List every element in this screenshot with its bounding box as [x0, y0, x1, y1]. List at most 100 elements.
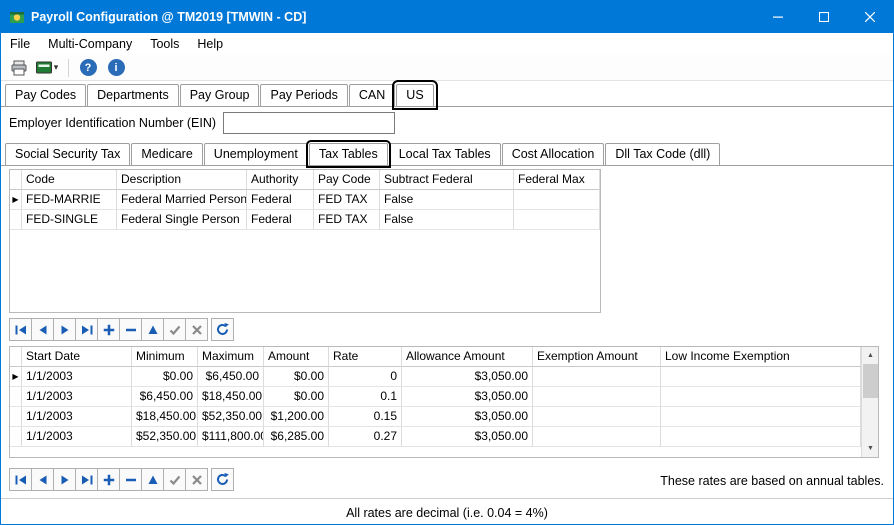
nav-refresh-button[interactable]: [211, 318, 234, 341]
nav-insert-button[interactable]: [97, 468, 120, 491]
menu-help[interactable]: Help: [188, 33, 232, 55]
nav-next-button[interactable]: [53, 468, 76, 491]
tab-pay-codes[interactable]: Pay Codes: [5, 84, 86, 106]
grid-cell: 1/1/2003: [22, 387, 132, 407]
table-row[interactable]: 1/1/2003 $6,450.00 $18,450.00 $0.00 0.1 …: [10, 387, 878, 407]
nav-delete-button[interactable]: [119, 468, 142, 491]
tab-medicare[interactable]: Medicare: [131, 143, 202, 165]
grid-cell: FED-SINGLE: [22, 210, 117, 230]
grid-cell: 0: [329, 367, 402, 387]
rates-grid: Start Date Minimum Maximum Amount Rate A…: [9, 346, 879, 458]
nav-post-button[interactable]: [163, 468, 186, 491]
vertical-scrollbar[interactable]: ▲ ▼: [861, 347, 878, 457]
current-row-indicator: ▶: [10, 190, 22, 210]
grid-cell: $0.00: [132, 367, 198, 387]
company-selector-button[interactable]: ▾: [34, 57, 60, 79]
table-row[interactable]: ▶ FED-MARRIE Federal Married Person Fede…: [10, 190, 600, 210]
tax-tables-grid: Code Description Authority Pay Code Subt…: [9, 169, 601, 313]
scroll-thumb[interactable]: [863, 364, 878, 398]
maximize-button[interactable]: [801, 1, 847, 33]
nav-cancel-button[interactable]: [185, 468, 208, 491]
grid-cell: 1/1/2003: [22, 367, 132, 387]
menu-tools[interactable]: Tools: [141, 33, 188, 55]
scroll-down-button[interactable]: ▼: [862, 440, 879, 457]
about-icon: i: [108, 59, 125, 76]
tab-us[interactable]: US: [396, 84, 433, 106]
scroll-up-button[interactable]: ▲: [862, 347, 879, 364]
close-button[interactable]: [847, 1, 893, 33]
nav-last-button[interactable]: [75, 318, 98, 341]
nav-insert-button[interactable]: [97, 318, 120, 341]
menu-multi-company[interactable]: Multi-Company: [39, 33, 141, 55]
grid-cell: FED TAX: [314, 190, 380, 210]
menubar: File Multi-Company Tools Help: [1, 33, 893, 55]
column-header: Start Date: [22, 347, 132, 367]
grid-cell: $6,450.00: [198, 367, 264, 387]
table-row[interactable]: ▶ 1/1/2003 $0.00 $6,450.00 $0.00 0 $3,05…: [10, 367, 878, 387]
column-header: Pay Code: [314, 170, 380, 190]
tab-pay-periods[interactable]: Pay Periods: [260, 84, 347, 106]
main-tabstrip: Pay Codes Departments Pay Group Pay Peri…: [1, 81, 893, 107]
edit-record-icon: [146, 323, 160, 337]
nav-prior-button[interactable]: [31, 318, 54, 341]
column-header: Rate: [329, 347, 402, 367]
tab-pay-group[interactable]: Pay Group: [180, 84, 260, 106]
table-row[interactable]: 1/1/2003 $18,450.00 $52,350.00 $1,200.00…: [10, 407, 878, 427]
row-indicator: [10, 427, 22, 447]
grid-cell: $52,350.00: [132, 427, 198, 447]
grid-cell: Federal: [247, 190, 314, 210]
grid-cell: 1/1/2003: [22, 407, 132, 427]
column-header: Amount: [264, 347, 329, 367]
help-icon: ?: [80, 59, 97, 76]
grid-cell: $3,050.00: [402, 367, 533, 387]
last-record-icon: [80, 473, 94, 487]
nav-first-button[interactable]: [9, 318, 32, 341]
grid-cell: $0.00: [264, 367, 329, 387]
grid-cell: [533, 387, 661, 407]
tab-cost-allocation[interactable]: Cost Allocation: [502, 143, 605, 165]
sub-tabstrip: Social Security Tax Medicare Unemploymen…: [1, 142, 893, 166]
ein-input[interactable]: [223, 112, 395, 134]
help-button[interactable]: ?: [75, 57, 101, 79]
statusbar: All rates are decimal (i.e. 0.04 = 4%): [1, 498, 893, 525]
decimal-rates-note: All rates are decimal (i.e. 0.04 = 4%): [346, 506, 548, 520]
grid-cell: 0.27: [329, 427, 402, 447]
menu-file[interactable]: File: [1, 33, 39, 55]
tab-social-security-tax[interactable]: Social Security Tax: [5, 143, 130, 165]
grid-cell: $3,050.00: [402, 427, 533, 447]
nav-edit-button[interactable]: [141, 468, 164, 491]
nav-next-button[interactable]: [53, 318, 76, 341]
grid-cell: [533, 427, 661, 447]
next-record-icon: [58, 473, 72, 487]
table-row[interactable]: 1/1/2003 $52,350.00 $111,800.00 $6,285.0…: [10, 427, 878, 447]
grid-cell: [661, 367, 861, 387]
grid-cell: $18,450.00: [132, 407, 198, 427]
app-icon: [9, 9, 25, 25]
nav-prior-button[interactable]: [31, 468, 54, 491]
tab-can[interactable]: CAN: [349, 84, 395, 106]
tab-departments[interactable]: Departments: [87, 84, 179, 106]
tab-dll-tax-code[interactable]: Dll Tax Code (dll): [605, 143, 720, 165]
caption-buttons: [755, 1, 893, 33]
nav-post-button[interactable]: [163, 318, 186, 341]
grid-cell: [661, 427, 861, 447]
minimize-button[interactable]: [755, 1, 801, 33]
nav-last-button[interactable]: [75, 468, 98, 491]
tab-local-tax-tables[interactable]: Local Tax Tables: [389, 143, 501, 165]
toolbar: ▾ ? i: [1, 55, 893, 81]
nav-first-button[interactable]: [9, 468, 32, 491]
tab-unemployment[interactable]: Unemployment: [204, 143, 308, 165]
tab-tax-tables[interactable]: Tax Tables: [309, 143, 388, 165]
titlebar: Payroll Configuration @ TM2019 [TMWIN - …: [1, 1, 893, 33]
column-header: Federal Max: [514, 170, 600, 190]
nav-cancel-button[interactable]: [185, 318, 208, 341]
prior-record-icon: [36, 473, 50, 487]
table-row[interactable]: FED-SINGLE Federal Single Person Federal…: [10, 210, 600, 230]
nav-delete-button[interactable]: [119, 318, 142, 341]
print-button[interactable]: [6, 57, 32, 79]
tax-tables-navigator: [9, 318, 234, 341]
about-button[interactable]: i: [103, 57, 129, 79]
nav-refresh-button[interactable]: [211, 468, 234, 491]
annual-tables-note: These rates are based on annual tables.: [660, 474, 884, 488]
nav-edit-button[interactable]: [141, 318, 164, 341]
